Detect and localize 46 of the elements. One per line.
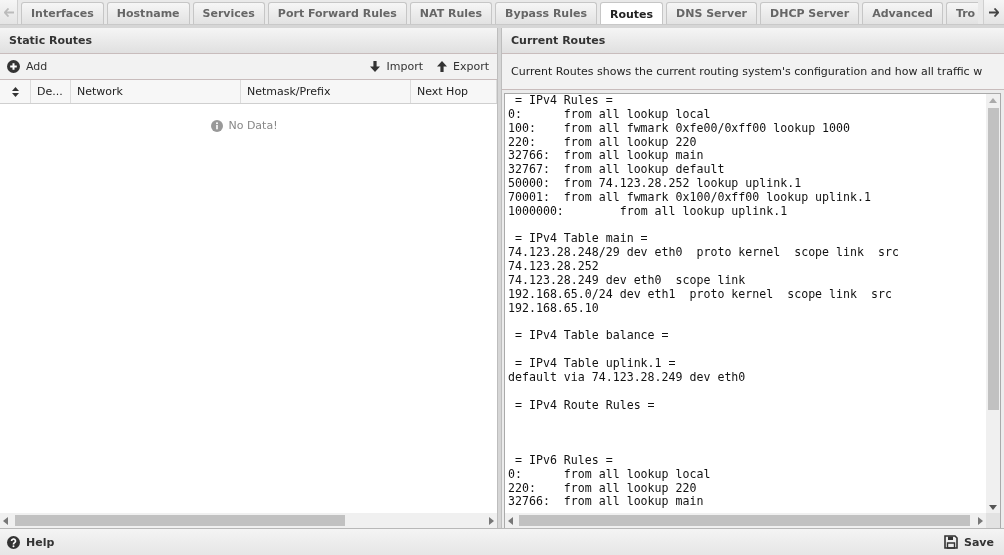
triangle-left-icon[interactable] <box>508 516 513 525</box>
tab[interactable]: Bypass Rules <box>495 2 597 24</box>
tab[interactable]: Interfaces <box>21 2 104 24</box>
horizontal-scrollbar[interactable] <box>505 513 986 528</box>
arrow-up-icon <box>437 61 447 72</box>
vertical-scrollbar[interactable] <box>986 94 1000 513</box>
triangle-left-icon[interactable] <box>3 516 8 525</box>
column-header[interactable]: Netmask/Prefix <box>241 80 411 103</box>
tab[interactable]: DHCP Server <box>760 2 860 24</box>
panel-title: Current Routes <box>502 28 1004 54</box>
horizontal-scrollbar[interactable] <box>0 513 497 528</box>
import-button[interactable]: Import <box>370 58 423 75</box>
scrollbar-thumb[interactable] <box>15 515 345 526</box>
routes-output-text: = IPv4 Rules = 0: from all lookup local 100: from all fwmark 0xfe00/0xff00 lookup 1000 220: from all lookup 220 32766: from all lookup main 32767: from all lookup default 50000: from 74.123.28.252 lookup uplink.1 70001: from all fwmark 0x100/0xff00 lookup uplink.1 1000000: from all lookup uplink.1 = IPv4 Table main = 74.123.28.248/29 dev eth0 proto kernel scope link src 74.123.28.252 74.123.28.249 dev eth0 scope link 192.168.65.0/24 dev eth1 proto kernel scope link src 192.168.65.10 = IPv4 Table balance = = IPv4 Table uplink.1 = default via 74.123.28.249 dev eth0 = IPv4 Route Rules = = IPv6 Rules = 0: from all lookup local 220: from all lookup 220 32766: from all lookup main <box>507 94 899 510</box>
sort-icon[interactable] <box>11 86 19 97</box>
tab[interactable]: Tro <box>945 2 979 24</box>
tab[interactable]: Routes <box>599 2 664 24</box>
arrow-down-icon <box>370 61 381 72</box>
tab[interactable]: Advanced <box>862 2 943 24</box>
plus-circle-icon <box>7 60 20 73</box>
tab[interactable]: Hostname <box>106 2 190 24</box>
info-icon <box>211 119 224 132</box>
triangle-up-icon[interactable] <box>989 98 997 103</box>
empty-message: No Data! <box>228 119 278 132</box>
scrollbar-thumb[interactable] <box>519 515 970 526</box>
description-text: Current Routes shows the current routing system's configuration and how all traffic w <box>511 65 983 78</box>
scroll-right-button[interactable] <box>983 0 1004 24</box>
add-button[interactable]: Add <box>7 58 48 75</box>
tab[interactable]: NAT Rules <box>409 2 493 24</box>
tab[interactable]: DNS Server <box>666 2 758 24</box>
tab[interactable]: Services <box>192 2 265 24</box>
arrow-right-icon <box>989 7 999 17</box>
column-header[interactable]: Network <box>71 80 241 103</box>
tab[interactable]: Port Forward Rules <box>267 2 407 24</box>
save-button[interactable]: Save <box>944 533 994 551</box>
help-button[interactable]: Help <box>7 533 55 551</box>
panel-title: Static Routes <box>0 28 497 54</box>
scrollbar-thumb[interactable] <box>987 108 999 410</box>
triangle-right-icon[interactable] <box>489 516 494 525</box>
column-header[interactable]: De... <box>31 80 71 103</box>
column-header[interactable]: Next Hop <box>411 80 497 103</box>
triangle-down-icon[interactable] <box>989 505 997 510</box>
arrow-left-icon <box>3 7 14 17</box>
triangle-right-icon[interactable] <box>978 516 983 525</box>
help-icon <box>7 535 20 549</box>
export-button[interactable]: Export <box>437 58 489 75</box>
